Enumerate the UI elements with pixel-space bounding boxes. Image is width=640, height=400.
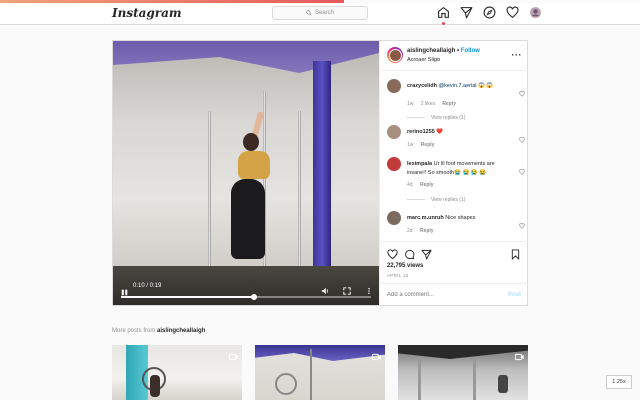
video-frame-pole [208, 111, 211, 271]
thumbnail-pole [310, 349, 312, 400]
thumbnail-performer [150, 375, 160, 397]
view-count[interactable]: 22,795 views [387, 263, 423, 269]
comment-text: crazycelidh @kevin.7.aerial 😱 😱 [407, 82, 511, 91]
post-author: aislingcheallaigh • Follow [407, 48, 480, 54]
top-navigation: Instagram Search [0, 3, 640, 25]
comment-meta: 1w Reply [407, 142, 440, 148]
comment-mention[interactable]: @kevin.7.aerial [439, 83, 477, 89]
post-card: 0:10 / 0:19 aislingcheallaigh • Follow A… [112, 40, 528, 306]
commenter-avatar[interactable] [387, 157, 401, 171]
notification-dot [442, 22, 445, 25]
reply-button[interactable]: Reply [442, 101, 456, 107]
commenter-avatar[interactable] [387, 211, 401, 225]
like-comment-heart-icon[interactable] [519, 162, 525, 175]
more-posts-username[interactable]: aislingcheallaigh [157, 328, 205, 334]
comment-likes[interactable]: 2 likes [421, 101, 435, 107]
comment-body: ❤️ [436, 129, 444, 135]
comment-age: 2d [407, 228, 413, 234]
video-frame-pole [298, 111, 301, 271]
comment-text: rerino1255 ❤️ [407, 128, 511, 137]
comment-username[interactable]: crazycelidh [407, 83, 437, 89]
reply-button[interactable]: Reply [421, 142, 435, 148]
comment-text: marc.m.unruh Nice shapes [407, 214, 511, 223]
post-location[interactable]: Acroaer Sligo [407, 57, 440, 63]
save-bookmark-icon[interactable] [510, 247, 521, 260]
search-input[interactable]: Search [272, 6, 368, 20]
view-replies-button[interactable]: View replies (1) [407, 115, 465, 121]
zoom-level-badge[interactable]: 1.25x [606, 375, 632, 389]
like-comment-heart-icon[interactable] [519, 216, 525, 229]
video-time: 0:10 / 0:19 [133, 283, 162, 289]
related-post-thumbnail[interactable] [112, 345, 242, 400]
related-post-thumbnail[interactable] [398, 345, 528, 400]
comment-age: 1w [407, 142, 414, 148]
more-posts-heading: More posts from aislingcheallaigh [112, 328, 205, 334]
explore-icon[interactable] [483, 6, 496, 19]
reply-button[interactable]: Reply [420, 182, 434, 188]
post-header: aislingcheallaigh • Follow Acroaer Sligo… [380, 41, 528, 71]
thumbnail-performer [498, 375, 508, 393]
search-icon [306, 10, 312, 16]
thumbnail-pole [473, 357, 476, 400]
reply-button[interactable]: Reply [420, 228, 434, 234]
volume-icon[interactable] [321, 282, 329, 295]
video-camera-icon [228, 348, 238, 361]
comment-meta: 4d Reply [407, 182, 440, 188]
comment-meta: 1w 2 likes Reply [407, 101, 462, 107]
direct-icon[interactable] [460, 6, 473, 19]
comment-meta: 2d Reply [407, 228, 440, 234]
author-avatar[interactable] [387, 47, 403, 63]
instagram-logo[interactable]: Instagram [112, 6, 182, 20]
video-camera-icon [371, 348, 381, 361]
thumbnail-lyra-hoop [275, 373, 297, 395]
post-comment-button[interactable]: Post [508, 292, 521, 298]
comment-text: leximpala Ur lil foot movements are insa… [407, 160, 511, 178]
pause-icon[interactable] [121, 283, 128, 296]
view-replies-button[interactable]: View replies (1) [407, 197, 465, 203]
comment-username[interactable]: rerino1255 [407, 129, 435, 135]
profile-avatar-icon[interactable] [529, 6, 542, 19]
add-comment-input[interactable] [387, 292, 487, 298]
nav-icons [437, 6, 542, 25]
comment-username[interactable]: leximpala [407, 161, 432, 167]
comment-username[interactable]: marc.m.unruh [407, 215, 444, 221]
more-options-icon[interactable]: ··· [512, 50, 523, 60]
search-placeholder: Search [314, 10, 334, 16]
share-icon[interactable] [421, 247, 432, 260]
more-options-icon[interactable] [365, 282, 373, 295]
like-comment-heart-icon[interactable] [519, 84, 525, 97]
commenter-avatar[interactable] [387, 79, 401, 93]
video-camera-icon [514, 348, 524, 361]
more-posts-prefix: More posts from [112, 328, 158, 334]
comment-bubble-icon[interactable] [404, 247, 415, 260]
post-video[interactable]: 0:10 / 0:19 [113, 41, 379, 305]
video-frame-performer-torso [238, 151, 270, 179]
like-heart-icon[interactable] [387, 247, 398, 260]
post-actions: 22,795 views APRIL 13 Post [380, 241, 528, 305]
author-username[interactable]: aislingcheallaigh [407, 48, 455, 54]
comment-body: 😱 😱 [476, 83, 494, 89]
thumbnail-ceiling [255, 345, 385, 361]
fullscreen-icon[interactable] [343, 282, 351, 295]
video-frame-performer-head [243, 133, 259, 151]
add-comment-section: Post [380, 283, 528, 306]
video-progress-bar[interactable] [121, 294, 371, 300]
home-icon[interactable] [437, 6, 450, 25]
post-date: APRIL 13 [387, 273, 409, 278]
comment-age: 1w [407, 101, 414, 107]
video-frame-aerial-silk [313, 61, 331, 286]
video-progress-knob[interactable] [250, 294, 257, 300]
video-progress-fill [121, 296, 254, 298]
follow-button[interactable]: Follow [461, 48, 480, 54]
comment-body: Nice shapes [445, 215, 476, 221]
related-post-thumbnail[interactable] [255, 345, 385, 400]
commenter-avatar[interactable] [387, 125, 401, 139]
thumbnail-pole [418, 357, 421, 400]
post-sidebar: aislingcheallaigh • Follow Acroaer Sligo… [379, 41, 528, 305]
activity-heart-icon[interactable] [506, 6, 519, 19]
video-frame-performer-legs [231, 179, 265, 259]
like-comment-heart-icon[interactable] [519, 130, 525, 143]
comment-age: 4d [407, 182, 413, 188]
video-controls: 0:10 / 0:19 [113, 279, 379, 305]
